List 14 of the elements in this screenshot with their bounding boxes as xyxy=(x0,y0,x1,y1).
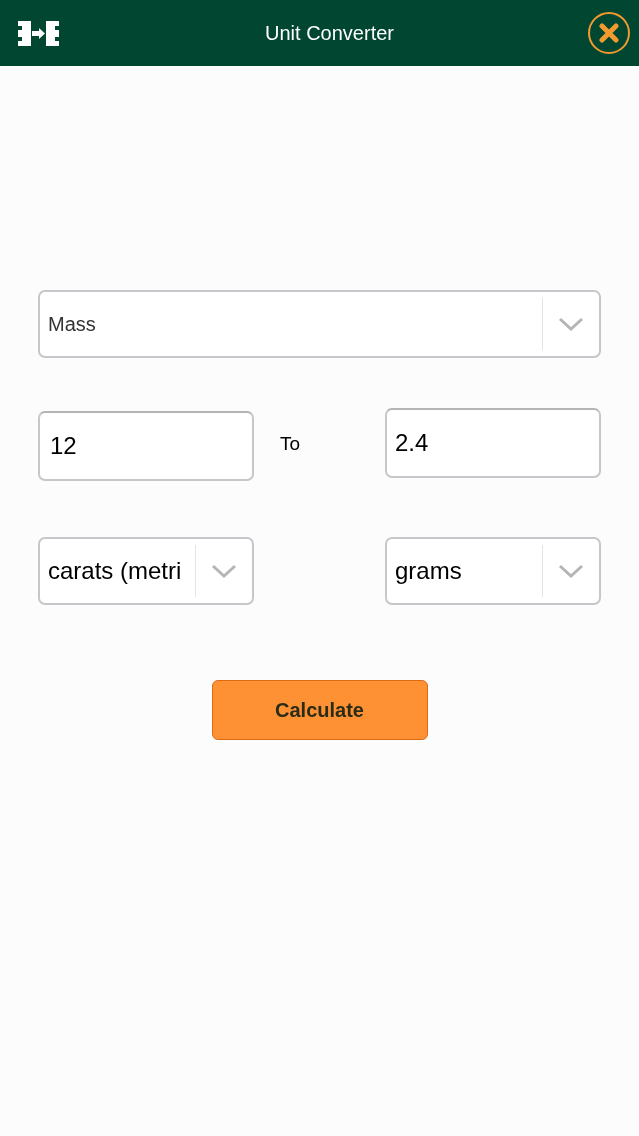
converter-logo-icon xyxy=(18,20,59,46)
unit-select[interactable]: carats (metri xyxy=(38,537,254,605)
category-select[interactable]: Mass xyxy=(38,290,601,358)
chevron-down-icon xyxy=(558,563,584,579)
result-field[interactable]: 2.4 xyxy=(385,408,601,478)
chevron-down-icon xyxy=(211,563,237,579)
unit-select[interactable]: grams xyxy=(385,537,601,605)
header-title: Unit Converter xyxy=(265,21,394,46)
close-icon xyxy=(599,23,619,43)
calculate-button[interactable]: Calculate xyxy=(211,680,428,740)
close-button[interactable] xyxy=(588,12,630,54)
chevron-down-icon xyxy=(558,316,584,332)
number-input-field[interactable]: 12 xyxy=(38,411,254,481)
to-label: To xyxy=(280,432,301,457)
